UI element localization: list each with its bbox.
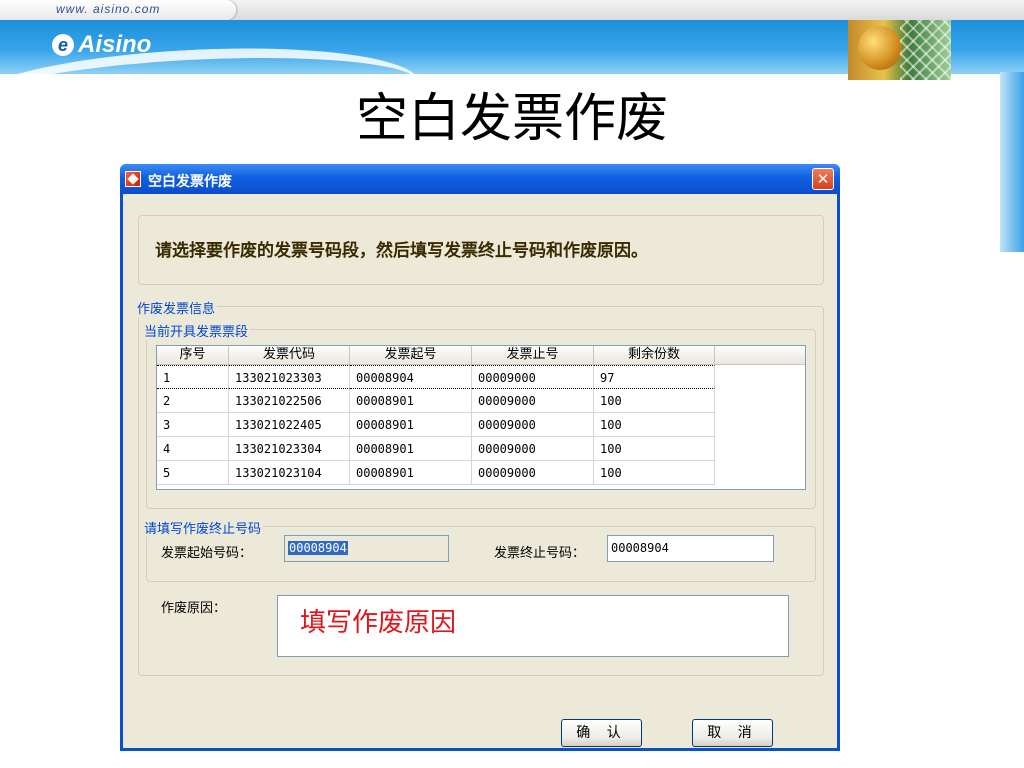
close-button[interactable]: ✕ [812,168,834,190]
table-cell: 00009000 [472,413,594,437]
table-cell: 00009000 [472,437,594,461]
column-header[interactable] [715,346,805,364]
table-cell: 00008901 [350,389,472,413]
decorative-image [848,20,951,80]
logo-mark-icon: e [52,34,74,56]
invoice-segment-table[interactable]: 序号 发票代码 发票起号 发票止号 剩余份数 1 133021023303 00… [156,345,806,490]
void-reason-input[interactable]: 填写作废原因 [277,595,789,657]
column-header[interactable]: 剩余份数 [594,346,715,364]
app-icon [125,171,141,187]
table-cell: 133021023303 [229,365,350,389]
table-row[interactable]: 5 133021023104 00008901 00009000 100 [157,461,715,485]
info-group-label: 作废发票信息 [135,298,218,317]
end-number-input[interactable]: 00008904 [607,535,774,562]
table-header: 序号 发票代码 发票起号 发票止号 剩余份数 [157,346,805,365]
segment-group-label: 当前开具发票票段 [142,321,251,340]
dialog-titlebar[interactable]: 空白发票作废 ✕ [120,164,840,194]
logo-text: Aisino [78,31,152,58]
website-url: www. aisino.com [56,2,161,16]
dialog-body: 请选择要作废的发票号码段，然后填写发票终止号码和作废原因。 作废发票信息 当前开… [123,194,837,748]
table-cell: 2 [157,389,229,413]
start-number-value: 00008904 [288,541,348,555]
table-cell: 1 [157,365,229,389]
start-number-field[interactable]: 00008904 [284,535,449,562]
table-cell: 3 [157,413,229,437]
table-row[interactable]: 3 133021022405 00008901 00009000 100 [157,413,715,437]
table-row[interactable]: 4 133021023304 00008901 00009000 100 [157,437,715,461]
table-cell: 00008901 [350,413,472,437]
column-header[interactable]: 发票代码 [229,346,350,364]
column-header[interactable]: 发票起号 [350,346,472,364]
table-cell: 00008901 [350,437,472,461]
table-cell: 133021023304 [229,437,350,461]
keyboard-grid-icon [900,20,951,80]
table-cell: 100 [594,437,715,461]
table-row[interactable]: 2 133021022506 00008901 00009000 100 [157,389,715,413]
table-cell: 97 [594,365,715,389]
globe-icon [858,26,902,70]
table-cell: 133021023104 [229,461,350,485]
column-header[interactable]: 序号 [157,346,229,364]
cancel-button[interactable]: 取 消 [692,719,773,747]
table-cell: 00008901 [350,461,472,485]
table-cell: 5 [157,461,229,485]
void-invoice-dialog: 空白发票作废 ✕ 请选择要作废的发票号码段，然后填写发票终止号码和作废原因。 作… [120,164,840,751]
table-cell: 100 [594,461,715,485]
table-row[interactable]: 1 133021023303 00008904 00009000 97 [157,365,715,389]
dialog-title: 空白发票作废 [148,174,232,190]
reason-label: 作废原因： [161,601,227,616]
table-cell: 00009000 [472,389,594,413]
table-cell: 133021022405 [229,413,350,437]
table-cell: 00008904 [350,365,472,389]
end-number-label: 发票终止号码： [494,546,586,561]
aisino-logo: e Aisino [52,31,151,59]
stop-number-group-label: 请填写作废终止号码 [142,518,264,537]
slide-title: 空白发票作废 [355,89,668,149]
instruction-text: 请选择要作废的发票号码段，然后填写发票终止号码和作废原因。 [155,241,648,261]
table-cell: 00009000 [472,365,594,389]
table-cell: 00009000 [472,461,594,485]
start-number-label: 发票起始号码： [161,546,253,561]
column-header[interactable]: 发票止号 [472,346,594,364]
table-cell: 100 [594,413,715,437]
table-cell: 100 [594,389,715,413]
confirm-button[interactable]: 确 认 [561,719,642,747]
url-pill: www. aisino.com [0,0,236,20]
table-cell: 4 [157,437,229,461]
table-cell: 133021022506 [229,389,350,413]
